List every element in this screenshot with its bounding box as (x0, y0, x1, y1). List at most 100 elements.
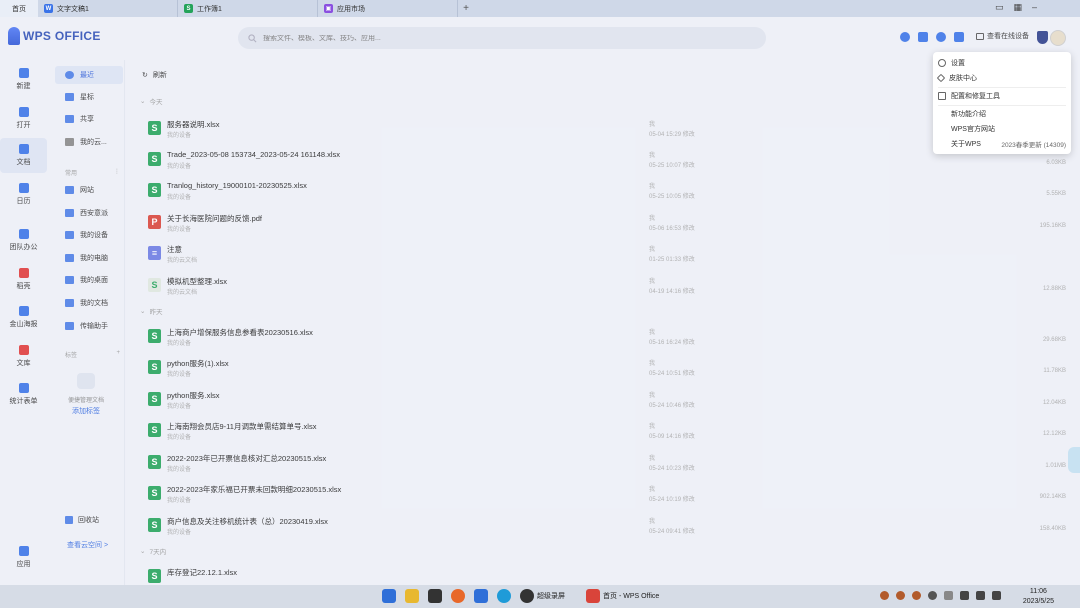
file-row[interactable]: S Tranlog_history_19000101-20230525.xlsx 我… (146, 181, 1076, 212)
security-shield-icon[interactable] (1037, 31, 1048, 44)
tray-app-icon[interactable] (880, 591, 889, 600)
tray-app-icon[interactable] (896, 591, 905, 600)
minimize-icon[interactable]: – (1032, 2, 1037, 13)
firefox-icon[interactable] (451, 589, 465, 603)
file-row[interactable]: S 2022-2023年家乐福已开票未回款明细20230515.xlsx 我的设备 我… (146, 484, 1076, 515)
nav-item-my-computer[interactable]: 我的电脑 (55, 249, 123, 267)
rail-item-apps[interactable]: 应用 (0, 546, 47, 569)
search-input[interactable] (263, 34, 563, 42)
menu-item-settings[interactable]: 设置 (933, 55, 1071, 71)
search-bar[interactable] (238, 27, 766, 49)
view-cloud-space-link[interactable]: 查看云空间 > (67, 540, 108, 550)
rail-item-new[interactable]: 新建 (0, 68, 47, 91)
rail-item-team[interactable]: 团队办公 (0, 229, 47, 252)
file-size: 1.01MB (1045, 463, 1066, 469)
message-icon[interactable] (954, 32, 964, 42)
nav-label: 共享 (80, 116, 94, 123)
windows-start-icon[interactable] (382, 589, 396, 603)
tab-home[interactable]: 首页 (0, 0, 38, 17)
file-row[interactable]: S 库存登记22.12.1.xlsx (146, 567, 1076, 585)
nav-item-website[interactable]: 网站 (55, 181, 123, 199)
nav-item-desktop[interactable]: 我的桌面 (55, 271, 123, 289)
nav-item-shared[interactable]: 共享 (55, 110, 123, 128)
more-icon[interactable]: ⋮ (114, 168, 120, 177)
battery-icon[interactable] (992, 591, 1001, 600)
xmind-icon[interactable] (428, 589, 442, 603)
wifi-icon[interactable] (960, 591, 969, 600)
rail-item-docer[interactable]: 稻壳 (0, 268, 47, 291)
file-location: 我的设备 (167, 467, 192, 473)
recycle-bin-item[interactable]: 回收站 (65, 515, 99, 525)
taskbar-screen-recorder[interactable]: 超级录屏 (520, 589, 565, 603)
rail-item-documents[interactable]: 文档 (0, 138, 47, 173)
library-icon (18, 345, 29, 355)
menu-item-repair-tool[interactable]: 配置和修复工具 (933, 88, 1071, 104)
nav-item-my-device[interactable]: 我的设备 (55, 226, 123, 244)
add-tag-link[interactable]: 添加标签 (47, 406, 125, 416)
group-header-today[interactable]: ⌄ 今天 (140, 96, 162, 106)
nav-item-starred[interactable]: 星标 (55, 88, 123, 106)
nav-item-cloud[interactable]: 我的云... (55, 133, 123, 151)
add-tag-icon[interactable]: + (116, 350, 120, 359)
tab-spreadsheet[interactable]: S 工作簿1 (178, 0, 318, 17)
gear-icon[interactable] (936, 32, 946, 42)
file-row[interactable]: S 上海商户增保服务信息参看表20230516.xlsx 我的设备 我 05-16 16… (146, 327, 1076, 358)
restore-layout-icon[interactable]: ▭ (995, 2, 1004, 13)
rail-item-forms[interactable]: 统计表单 (0, 383, 47, 406)
avatar[interactable] (1050, 30, 1066, 46)
file-row[interactable]: ≡ 注意 我的云文档 我 01-25 01:33 修改 (146, 244, 1076, 275)
nav-label: 我的文档 (80, 300, 108, 307)
menu-item-skin-center[interactable]: 皮肤中心 (933, 70, 1071, 86)
file-row[interactable]: S 模拟机型整理.xlsx 我的云文档 我 04-19 14:16 修改 12.88KB (146, 276, 1076, 307)
wps-logo: WPS OFFICE (8, 27, 101, 45)
headset-icon[interactable] (900, 32, 910, 42)
taskbar-wps[interactable]: 首页 - WPS Office (586, 589, 659, 603)
tags-section-header: 标签 + (65, 350, 120, 359)
file-row[interactable]: P 关于长海医院问题的反馈.pdf 我的设备 我 05-06 16:53 修改 195.1… (146, 213, 1076, 244)
file-row[interactable]: S 2022-2023年已开票信息核对汇总20230515.xlsx 我的设备 我 05… (146, 453, 1076, 484)
tray-app-icon[interactable] (912, 591, 921, 600)
grid-view-icon[interactable]: ▦ (1014, 2, 1023, 13)
document-icon (18, 144, 29, 154)
rail-label: 应用 (16, 561, 31, 568)
group-header-7days[interactable]: ⌄ 7天内 (140, 546, 166, 556)
online-devices-button[interactable]: 查看在线设备 (976, 31, 1029, 41)
nav-item-my-documents[interactable]: 我的文档 (55, 294, 123, 312)
new-tab-button[interactable]: + (458, 3, 474, 14)
file-row[interactable]: Spython服务(1).xlsx 我的设备 我 05-24 10:51 修改 11.7… (146, 358, 1076, 389)
file-row[interactable]: S Trade_2023-05-08 153734_2023-05-24 1611… (146, 150, 1076, 181)
file-row[interactable]: Spython服务.xlsx 我的设备 我 05-24 10:46 修改 12.04KB (146, 390, 1076, 421)
menu-item-about[interactable]: 关于WPS 2023春季更新 (14309) (933, 136, 1071, 152)
nav-item-xian[interactable]: 西安意派 (55, 204, 123, 222)
rail-item-poster[interactable]: 金山海报 (0, 306, 47, 329)
refresh-button[interactable]: ↻ 刷新 (142, 70, 167, 80)
rail-item-open[interactable]: 打开 (0, 107, 47, 130)
clock-date: 2023/5/25 (1022, 598, 1054, 605)
file-row[interactable]: S 商户信息及关注移机统计表（总）20230419.xlsx 我的设备 我 05-24 … (146, 516, 1076, 547)
file-owner: 我 (649, 519, 656, 525)
chevron-up-icon[interactable] (944, 591, 953, 600)
tray-app-icon[interactable] (928, 591, 937, 600)
mascot-widget[interactable] (1068, 447, 1080, 473)
mail-icon[interactable] (474, 589, 488, 603)
file-explorer-icon[interactable] (405, 589, 419, 603)
taskbar-clock[interactable]: 11:06 2023/5/25 (1023, 587, 1054, 607)
file-row[interactable]: S 上海南翔会员店9-11月调款单需结算单号.xlsx 我的设备 我 05-09 14:… (146, 421, 1076, 452)
tab-app-market[interactable]: ▣ 应用市场 (318, 0, 458, 17)
volume-icon[interactable] (976, 591, 985, 600)
menu-item-new-features[interactable]: 新功能介绍 (933, 106, 1071, 122)
tab-writer-doc[interactable]: W 文字文稿1 (38, 0, 178, 17)
form-icon (18, 383, 29, 393)
shirt-icon[interactable] (918, 32, 928, 42)
refresh-label: 刷新 (152, 72, 167, 79)
rail-item-library[interactable]: 文库 (0, 345, 47, 368)
nav-item-transfer[interactable]: 传输助手 (55, 317, 123, 335)
note-file-icon: ≡ (148, 246, 161, 260)
rail-item-calendar[interactable]: 日历 (0, 183, 47, 206)
menu-item-official-site[interactable]: WPS官方网站 (933, 121, 1071, 137)
group-header-yesterday[interactable]: ⌄ 昨天 (140, 306, 162, 316)
edge-icon[interactable] (497, 589, 511, 603)
nav-item-recent[interactable]: 最近 (55, 66, 123, 84)
settings-menu: 设置 皮肤中心 配置和修复工具 新功能介绍 WPS官方网站 关于WPS 2023春… (933, 52, 1071, 154)
online-devices-label: 查看在线设备 (987, 33, 1029, 40)
